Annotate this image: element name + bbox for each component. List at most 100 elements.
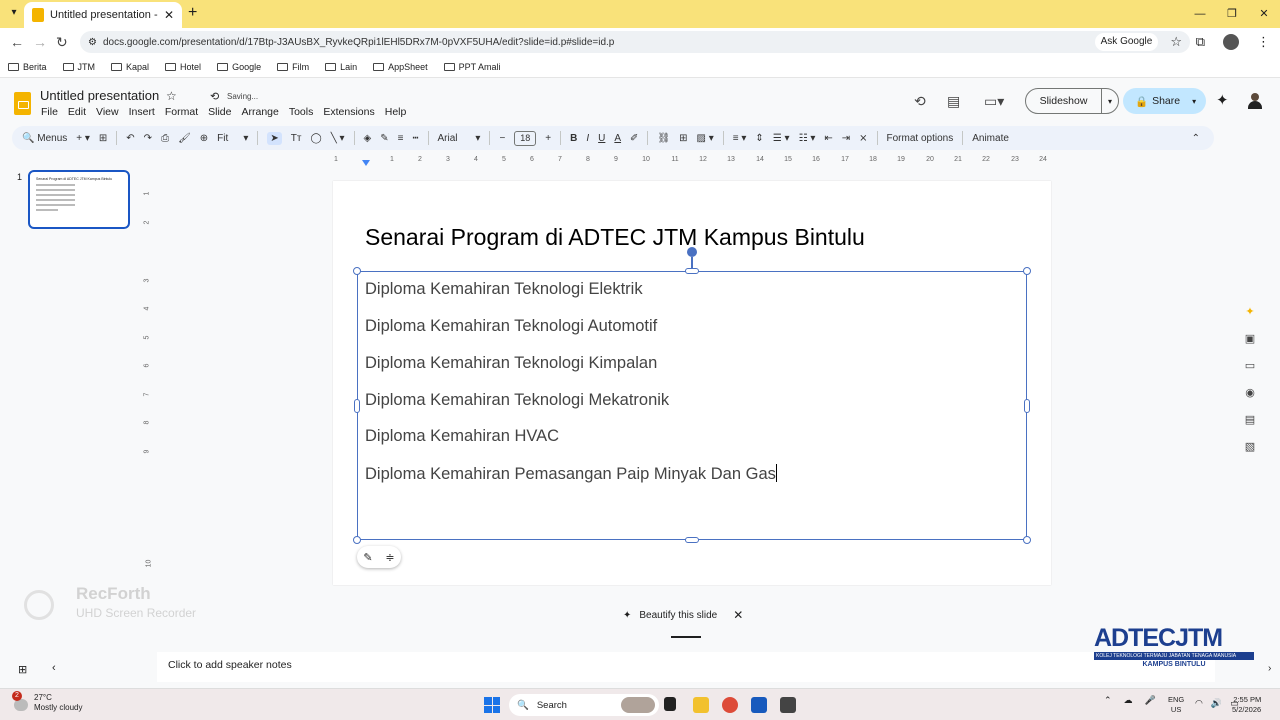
beautify-chip[interactable]: ✦ Beautify this slide ✕ bbox=[623, 604, 744, 626]
shape-icon[interactable]: ◯ bbox=[311, 133, 322, 144]
tab-search-button[interactable]: ▾ bbox=[6, 5, 22, 21]
list-item[interactable]: Diploma Kemahiran Teknologi Elektrik bbox=[365, 280, 643, 299]
site-info-icon[interactable]: ⚙ bbox=[88, 37, 97, 48]
resize-handle[interactable] bbox=[353, 536, 361, 544]
line-icon[interactable]: ╲ ▾ bbox=[331, 133, 345, 144]
border-color-icon[interactable]: ✎ bbox=[380, 133, 388, 144]
text-color-icon[interactable]: A bbox=[614, 133, 621, 144]
cloud-sync-icon[interactable]: ☁ bbox=[1124, 695, 1133, 706]
document-title[interactable]: Untitled presentation bbox=[40, 88, 159, 103]
resize-handle[interactable] bbox=[1023, 536, 1031, 544]
back-icon[interactable]: ← bbox=[10, 34, 24, 50]
magic-edit-icon[interactable]: ✎ bbox=[363, 551, 372, 564]
menu-edit[interactable]: Edit bbox=[68, 106, 86, 118]
slideshow-dropdown-icon[interactable]: ▾ bbox=[1102, 97, 1118, 106]
bookmark-item[interactable]: JTM bbox=[62, 62, 95, 72]
clear-formatting-icon[interactable]: ⨯ bbox=[859, 133, 867, 144]
bookmark-star-icon[interactable]: ☆ bbox=[1170, 34, 1182, 50]
resize-handle[interactable] bbox=[353, 267, 361, 275]
speaker-notes[interactable]: Click to add speaker notes bbox=[157, 652, 1215, 682]
bookmark-item[interactable]: Lain bbox=[325, 62, 357, 72]
bold-icon[interactable]: B bbox=[570, 133, 577, 144]
link-icon[interactable]: ⛓ bbox=[657, 133, 670, 144]
rotate-handle[interactable] bbox=[687, 247, 697, 257]
search-menus-button[interactable]: 🔍 Menus bbox=[22, 133, 67, 144]
list-item[interactable]: Diploma Kemahiran Pemasangan Paip Minyak… bbox=[365, 465, 776, 483]
reload-icon[interactable]: ↻ bbox=[56, 34, 68, 51]
menu-file[interactable]: File bbox=[41, 106, 58, 118]
paint-format-icon[interactable]: 🖌 bbox=[178, 133, 191, 144]
menu-tools[interactable]: Tools bbox=[289, 106, 314, 118]
bookmark-item[interactable]: PPT Amali bbox=[443, 62, 501, 72]
text-box-icon[interactable]: Tт bbox=[291, 133, 302, 144]
bookmark-item[interactable]: AppSheet bbox=[373, 62, 428, 72]
bookmark-item[interactable]: Film bbox=[277, 62, 309, 72]
resize-handle[interactable] bbox=[1023, 267, 1031, 275]
taskbar-search[interactable]: 🔍 Search bbox=[509, 694, 659, 716]
weather-widget[interactable]: 2 27°C Mostly cloudy bbox=[12, 691, 82, 713]
menu-format[interactable]: Format bbox=[165, 106, 198, 118]
meet-icon[interactable]: ▭▾ bbox=[984, 93, 1004, 110]
tab-close-icon[interactable]: ✕ bbox=[164, 8, 174, 22]
align-options-icon[interactable]: ≑ bbox=[385, 551, 394, 564]
gemini-sparkle-icon[interactable]: ✦ bbox=[1242, 305, 1258, 318]
select-tool-icon[interactable]: ➤ bbox=[267, 131, 282, 145]
resize-handle[interactable] bbox=[354, 399, 360, 413]
clock[interactable]: 2:55 PM 5/2/2026 bbox=[1232, 695, 1261, 715]
maximize-button[interactable]: ❐ bbox=[1216, 0, 1248, 28]
menu-view[interactable]: View bbox=[96, 106, 119, 118]
zoom-select[interactable]: Fit ▾ bbox=[217, 133, 248, 144]
share-button[interactable]: 🔒 Share ▾ bbox=[1123, 88, 1206, 114]
image-icon[interactable]: ▨ ▾ bbox=[697, 133, 714, 144]
menu-extensions[interactable]: Extensions bbox=[323, 106, 374, 118]
grid-view-icon[interactable]: ⊞ bbox=[18, 663, 27, 676]
browser-menu-icon[interactable]: ⋮ bbox=[1257, 34, 1270, 50]
slide-title[interactable]: Senarai Program di ADTEC JTM Kampus Bint… bbox=[365, 224, 865, 251]
comments-icon[interactable]: ▤ bbox=[947, 93, 960, 110]
undo-icon[interactable]: ↶ bbox=[126, 133, 134, 144]
minimize-button[interactable]: — bbox=[1184, 0, 1216, 28]
keep-icon[interactable]: ▣ bbox=[1242, 332, 1258, 345]
bookmark-item[interactable]: Berita bbox=[8, 62, 47, 72]
task-view-icon[interactable] bbox=[664, 697, 676, 711]
list-item-last[interactable]: Diploma Kemahiran Pemasangan Paip Minyak… bbox=[365, 464, 777, 484]
increase-indent-icon[interactable]: ⇥ bbox=[842, 133, 850, 144]
increase-font-size-icon[interactable]: + bbox=[545, 133, 551, 144]
font-size-input[interactable]: 18 bbox=[514, 130, 537, 146]
beautify-label[interactable]: Beautify this slide bbox=[639, 610, 717, 621]
decrease-font-size-icon[interactable]: − bbox=[499, 133, 505, 144]
highlight-icon[interactable]: ✐ bbox=[630, 133, 638, 144]
italic-icon[interactable]: I bbox=[586, 133, 589, 144]
zoom-icon[interactable]: ⊕ bbox=[200, 133, 208, 144]
slide-thumbnail[interactable]: Senarai Program di ADTEC JTM Kampus Bint… bbox=[28, 170, 130, 229]
layout-icon[interactable]: ⊞ bbox=[99, 133, 107, 144]
list-item[interactable]: Diploma Kemahiran Teknologi Kimpalan bbox=[365, 354, 657, 373]
resize-handle[interactable] bbox=[685, 537, 699, 543]
word-icon[interactable] bbox=[751, 697, 767, 713]
close-icon[interactable]: ✕ bbox=[733, 608, 743, 622]
align-icon[interactable]: ≡ ▾ bbox=[733, 133, 747, 144]
list-item[interactable]: Diploma Kemahiran HVAC bbox=[365, 427, 559, 446]
video-icon[interactable]: ▤ bbox=[1242, 413, 1258, 426]
tray-overflow-icon[interactable]: ⌃ bbox=[1104, 695, 1112, 706]
print-icon[interactable]: ⎙ bbox=[161, 133, 169, 144]
close-window-button[interactable]: ✕ bbox=[1248, 0, 1280, 28]
url-text[interactable]: docs.google.com/presentation/d/17Btp-J3A… bbox=[103, 37, 1089, 48]
menu-help[interactable]: Help bbox=[385, 106, 407, 118]
ask-google-button[interactable]: Ask Google bbox=[1094, 33, 1159, 51]
format-options-button[interactable]: Format options bbox=[887, 133, 954, 144]
browser-tab[interactable]: Untitled presentation - Google ✕ bbox=[24, 2, 182, 28]
fill-color-icon[interactable]: ◈ bbox=[364, 133, 372, 144]
bookmark-item[interactable]: Google bbox=[217, 62, 261, 72]
new-slide-icon[interactable]: + ▾ bbox=[76, 133, 90, 144]
omnibox[interactable]: ⚙ docs.google.com/presentation/d/17Btp-J… bbox=[80, 31, 1190, 53]
windows-start-icon[interactable] bbox=[484, 697, 500, 713]
underline-icon[interactable]: U bbox=[598, 133, 605, 144]
slides-panel-icon[interactable]: ▧ bbox=[1242, 440, 1258, 453]
app-icon[interactable] bbox=[780, 697, 796, 713]
gemini-icon[interactable]: ✦ bbox=[1216, 91, 1229, 109]
language-indicator[interactable]: ENG US bbox=[1168, 695, 1184, 715]
list-item[interactable]: Diploma Kemahiran Teknologi Automotif bbox=[365, 317, 657, 336]
profile-avatar[interactable] bbox=[1223, 34, 1239, 50]
collapse-toolbar-icon[interactable]: ⌃ bbox=[1192, 133, 1200, 144]
